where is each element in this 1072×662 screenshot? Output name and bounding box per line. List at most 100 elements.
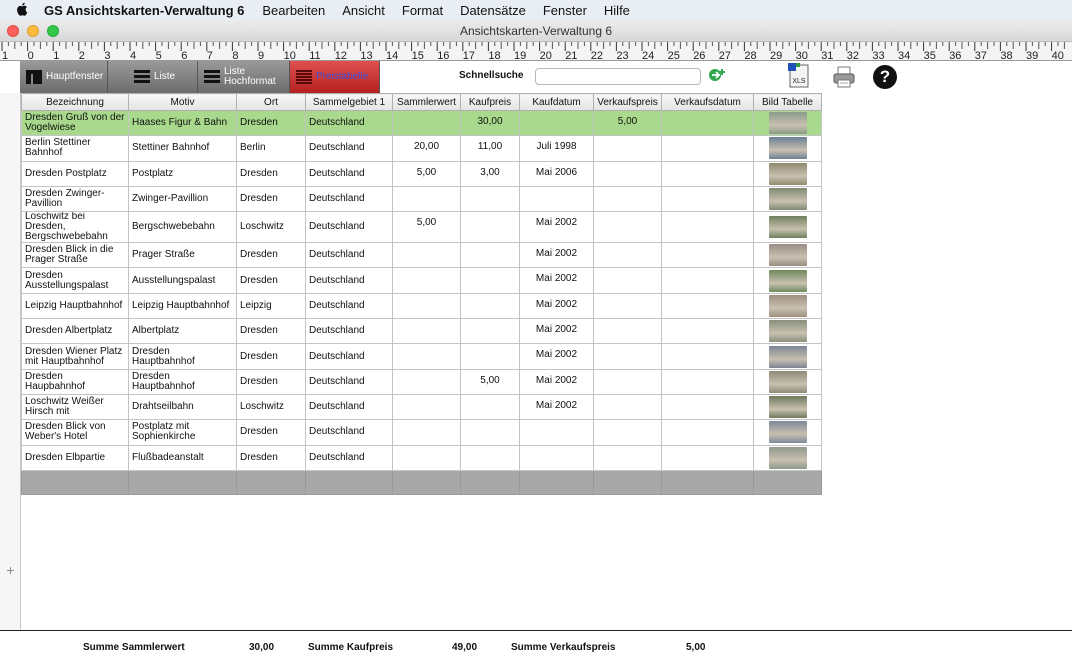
- cell-sammelgebiet[interactable]: Deutschland: [305, 292, 393, 320]
- cell-motiv[interactable]: Dresden Hauptbahnhof: [128, 368, 237, 395]
- cell-sammlerwert[interactable]: [392, 343, 461, 370]
- cell-bezeichnung[interactable]: Dresden Postplatz: [21, 160, 129, 187]
- menu-hilfe[interactable]: Hilfe: [604, 3, 630, 18]
- cell-motiv[interactable]: Albertplatz: [128, 318, 237, 345]
- cell-kaufdatum[interactable]: Mai 2002: [519, 292, 594, 320]
- table-row[interactable]: Dresden Wiener Platz mit Hauptbahnhof Dre…: [21, 343, 822, 370]
- cell-verkaufspreis[interactable]: [593, 160, 662, 187]
- cell-bezeichnung[interactable]: Dresden Ausstellungspalast: [21, 267, 129, 294]
- close-window-button[interactable]: [7, 25, 19, 37]
- cell-kaufdatum[interactable]: [519, 185, 594, 213]
- cell-bild[interactable]: [753, 292, 822, 320]
- cell-kaufpreis[interactable]: 5,00: [460, 368, 520, 395]
- cell-bild[interactable]: [753, 419, 822, 446]
- printer-icon[interactable]: [832, 65, 856, 89]
- cell-verkaufspreis[interactable]: [593, 267, 662, 294]
- xls-export-icon[interactable]: XLS: [787, 62, 811, 90]
- cell-ort[interactable]: Dresden: [236, 160, 306, 187]
- postcard-thumbnail[interactable]: [768, 269, 807, 292]
- cell-motiv[interactable]: Leipzig Hauptbahnhof: [128, 292, 237, 320]
- cell-sammelgebiet[interactable]: Deutschland: [305, 318, 393, 345]
- postcard-thumbnail[interactable]: [768, 345, 807, 368]
- cell-motiv[interactable]: Bergschwebebahn: [128, 211, 237, 244]
- cell-verkaufsdatum[interactable]: [661, 368, 754, 395]
- table-row[interactable]: Dresden Albertplatz Albertplatz Dresden Deu…: [21, 318, 822, 345]
- col-header-verkaufspreis[interactable]: Verkaufspreis: [593, 93, 662, 111]
- cell-bild[interactable]: [753, 109, 822, 137]
- cell-bezeichnung[interactable]: Dresden Zwinger-Pavillion: [21, 185, 129, 213]
- col-header-verkaufsdatum[interactable]: Verkaufsdatum: [661, 93, 754, 111]
- cell-bild[interactable]: [753, 318, 822, 345]
- empty-cell[interactable]: [305, 469, 393, 495]
- cell-motiv[interactable]: Dresden Hauptbahnhof: [128, 343, 237, 370]
- search-go-icon[interactable]: [708, 67, 728, 85]
- cell-sammelgebiet[interactable]: Deutschland: [305, 343, 393, 370]
- col-header-bezeichnung[interactable]: Bezeichnung: [21, 93, 129, 111]
- cell-verkaufsdatum[interactable]: [661, 444, 754, 471]
- table-row[interactable]: Berlin Stettiner Bahnhof Stettiner Bahnho…: [21, 135, 822, 162]
- cell-sammlerwert[interactable]: [392, 368, 461, 395]
- col-header-ort[interactable]: Ort: [236, 93, 306, 111]
- cell-kaufdatum[interactable]: Mai 2002: [519, 242, 594, 269]
- cell-motiv[interactable]: Zwinger-Pavillion: [128, 185, 237, 213]
- cell-verkaufspreis[interactable]: [593, 343, 662, 370]
- table-row[interactable]: Leipzig Hauptbahnhof Leipzig Hauptbahnhof…: [21, 292, 822, 320]
- empty-cell[interactable]: [236, 469, 306, 495]
- menu-app-name[interactable]: GS Ansichtskarten-Verwaltung 6: [44, 3, 244, 18]
- cell-ort[interactable]: Dresden: [236, 343, 306, 370]
- empty-cell[interactable]: [392, 469, 461, 495]
- cell-motiv[interactable]: Postplatz mit Sophienkirche: [128, 419, 237, 446]
- cell-verkaufspreis[interactable]: [593, 419, 662, 446]
- cell-kaufdatum[interactable]: Mai 2002: [519, 368, 594, 395]
- cell-sammelgebiet[interactable]: Deutschland: [305, 444, 393, 471]
- cell-bezeichnung[interactable]: Dresden Gruß von der Vogelwiese: [21, 109, 129, 137]
- cell-verkaufspreis[interactable]: [593, 135, 662, 162]
- menu-bearbeiten[interactable]: Bearbeiten: [262, 3, 325, 18]
- cell-sammelgebiet[interactable]: Deutschland: [305, 109, 393, 137]
- table-row[interactable]: Loschwitz Weißer Hirsch mit Drahtseilbahn…: [21, 393, 822, 421]
- minimize-window-button[interactable]: [27, 25, 39, 37]
- menu-fenster[interactable]: Fenster: [543, 3, 587, 18]
- postcard-thumbnail[interactable]: [768, 320, 807, 343]
- cell-bezeichnung[interactable]: Dresden Blick in die Prager Straße: [21, 242, 129, 269]
- cell-bild[interactable]: [753, 267, 822, 294]
- cell-sammelgebiet[interactable]: Deutschland: [305, 267, 393, 294]
- empty-cell[interactable]: [21, 469, 129, 495]
- cell-verkaufspreis[interactable]: [593, 211, 662, 244]
- cell-verkaufspreis[interactable]: [593, 393, 662, 421]
- cell-kaufdatum[interactable]: Mai 2002: [519, 318, 594, 345]
- cell-kaufpreis[interactable]: [460, 444, 520, 471]
- table-row[interactable]: Dresden Postplatz Postplatz Dresden Deutsch…: [21, 160, 822, 187]
- col-header-bild-tabelle[interactable]: Bild Tabelle: [753, 93, 822, 111]
- cell-sammlerwert[interactable]: [392, 109, 461, 137]
- cell-verkaufsdatum[interactable]: [661, 135, 754, 162]
- cell-kaufpreis[interactable]: [460, 267, 520, 294]
- cell-bezeichnung[interactable]: Leipzig Hauptbahnhof: [21, 292, 129, 320]
- cell-bild[interactable]: [753, 444, 822, 471]
- cell-sammlerwert[interactable]: [392, 318, 461, 345]
- cell-sammelgebiet[interactable]: Deutschland: [305, 368, 393, 395]
- col-header-sammlerwert[interactable]: Sammlerwert: [392, 93, 461, 111]
- help-icon[interactable]: ?: [873, 65, 897, 89]
- liste-button[interactable]: Liste: [108, 61, 198, 93]
- cell-sammlerwert[interactable]: [392, 242, 461, 269]
- cell-verkaufspreis[interactable]: [593, 242, 662, 269]
- cell-bezeichnung[interactable]: Berlin Stettiner Bahnhof: [21, 135, 129, 162]
- postcard-thumbnail[interactable]: [768, 294, 807, 317]
- cell-bild[interactable]: [753, 160, 822, 187]
- cell-motiv[interactable]: Ausstellungspalast: [128, 267, 237, 294]
- table-row[interactable]: Dresden Gruß von der Vogelwiese Haases Fi…: [21, 109, 822, 137]
- table-row[interactable]: Dresden Zwinger-Pavillion Zwinger-Pavilli…: [21, 185, 822, 213]
- table-row[interactable]: Dresden Elbpartie Flußbadeanstalt Dresden D…: [21, 444, 822, 471]
- empty-cell[interactable]: [593, 469, 662, 495]
- cell-sammlerwert[interactable]: [392, 292, 461, 320]
- postcard-thumbnail[interactable]: [768, 137, 807, 160]
- cell-sammlerwert[interactable]: [392, 393, 461, 421]
- cell-sammlerwert[interactable]: [392, 419, 461, 446]
- col-header-kaufpreis[interactable]: Kaufpreis: [460, 93, 520, 111]
- cell-ort[interactable]: Dresden: [236, 419, 306, 446]
- cell-verkaufspreis[interactable]: [593, 292, 662, 320]
- cell-kaufpreis[interactable]: [460, 419, 520, 446]
- cell-motiv[interactable]: Haases Figur & Bahn: [128, 109, 237, 137]
- cell-bild[interactable]: [753, 393, 822, 421]
